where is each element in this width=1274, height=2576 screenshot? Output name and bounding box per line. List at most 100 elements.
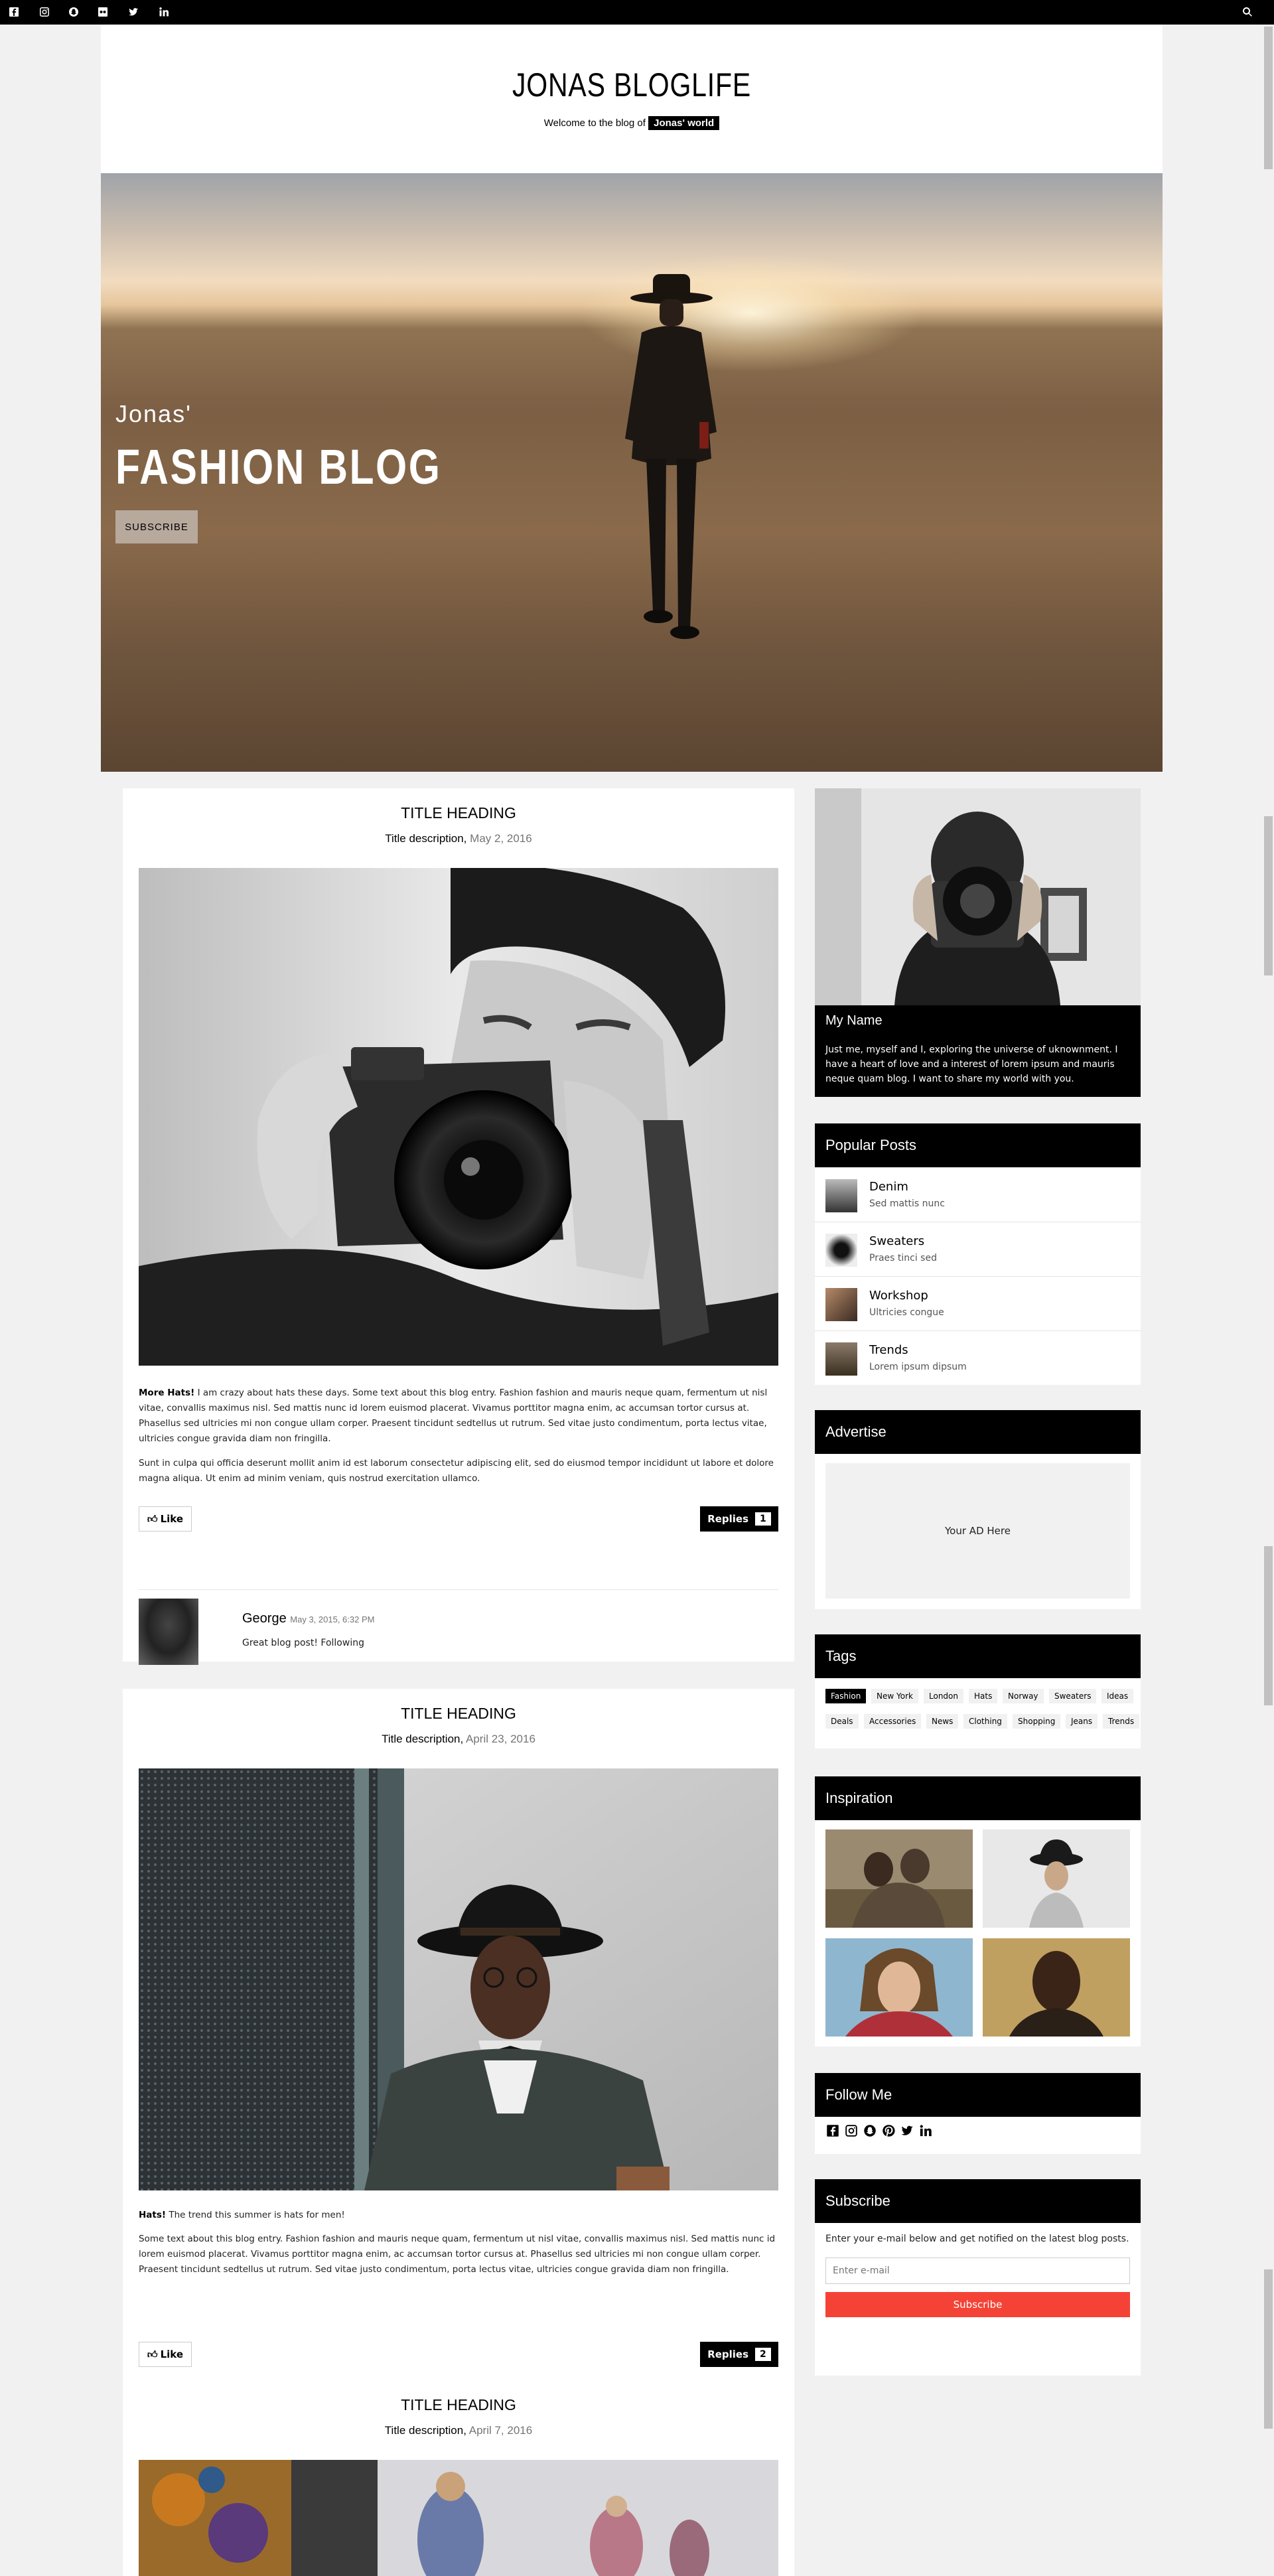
page-container: JONAS BLOGLIFE Welcome to the blog of Jo…	[101, 25, 1163, 2576]
replies-button[interactable]: Replies 1	[700, 1506, 778, 1532]
tag-sweaters[interactable]: Sweaters	[1049, 1689, 1097, 1703]
ad-placeholder[interactable]: Your AD Here	[825, 1463, 1130, 1599]
post-description: Title description, April 7, 2016	[123, 2424, 794, 2437]
tag-london[interactable]: London	[924, 1689, 963, 1703]
tag-news[interactable]: News	[926, 1714, 959, 1729]
comment-author-name: George	[242, 1611, 287, 1626]
inspiration-image-woman-hat[interactable]	[983, 1829, 1130, 1928]
subscribe-widget: Subscribe Enter your e-mail below and ge…	[815, 2179, 1141, 2376]
tags-widget: Tags Fashion New York London Hats Norway Swea…	[815, 1634, 1141, 1749]
tag-trends[interactable]: Trends	[1103, 1714, 1140, 1729]
linkedin-icon[interactable]	[157, 5, 171, 19]
email-input[interactable]	[825, 2257, 1130, 2284]
like-label: Like	[160, 1513, 184, 1525]
popular-post-thumb	[825, 1179, 857, 1212]
replies-label: Replies	[707, 2348, 749, 2360]
about-me-photo	[815, 788, 1141, 1005]
inspiration-heading: Inspiration	[815, 1776, 1141, 1820]
hero-banner: Jonas' FASHION BLOG SUBSCRIBE	[101, 173, 1163, 772]
thumbs-up-icon: 👍︎	[147, 2348, 158, 2360]
advertise-heading: Advertise	[815, 1410, 1141, 1454]
instagram-icon[interactable]	[844, 2123, 859, 2138]
post-desc-label: Title description,	[384, 2424, 466, 2437]
page-scrollbar[interactable]	[1263, 25, 1274, 2576]
post-desc-label: Title description,	[385, 832, 467, 845]
post-image-photographer	[139, 868, 778, 1366]
follow-me-heading: Follow Me	[815, 2073, 1141, 2117]
tags-heading: Tags	[815, 1634, 1141, 1678]
tagline-highlight: Jonas' world	[648, 116, 720, 130]
facebook-icon[interactable]	[825, 2123, 840, 2138]
post-title: TITLE HEADING	[401, 804, 516, 822]
tag-deals[interactable]: Deals	[825, 1714, 859, 1729]
post-paragraph-2: Sunt in culpa qui officia deserunt molli…	[139, 1458, 774, 1484]
tag-ideas[interactable]: Ideas	[1101, 1689, 1134, 1703]
post-desc-label: Title description,	[382, 1733, 464, 1745]
tag-norway[interactable]: Norway	[1003, 1689, 1044, 1703]
tag-jeans[interactable]: Jeans	[1066, 1714, 1098, 1729]
hero-subscribe-button[interactable]: SUBSCRIBE	[115, 510, 198, 543]
tag-hats[interactable]: Hats	[969, 1689, 998, 1703]
snapchat-icon[interactable]	[67, 5, 80, 19]
about-me-panel: My Name Just me, myself and I, exploring…	[815, 1005, 1141, 1097]
inspiration-widget: Inspiration	[815, 1776, 1141, 2046]
popular-post-subtitle: Praes tinci sed	[869, 1253, 937, 1263]
tag-accessories[interactable]: Accessories	[864, 1714, 922, 1729]
inspiration-image-man-portrait[interactable]	[983, 1938, 1130, 2037]
tag-shopping[interactable]: Shopping	[1013, 1714, 1061, 1729]
post-date: April 23, 2016	[466, 1733, 535, 1745]
blog-post: TITLE HEADING Title description, April 2…	[123, 1689, 794, 2395]
about-me-widget: My Name Just me, myself and I, exploring…	[815, 788, 1141, 1097]
replies-count: 2	[755, 2348, 771, 2361]
twitter-icon[interactable]	[900, 2123, 914, 2138]
flickr-icon[interactable]	[96, 5, 109, 19]
like-button[interactable]: 👍︎ Like	[139, 2342, 192, 2367]
like-button[interactable]: 👍︎ Like	[139, 1506, 192, 1532]
popular-post-item[interactable]: Denim Sed mattis nunc	[815, 1167, 1141, 1222]
instagram-icon[interactable]	[38, 5, 51, 19]
popular-post-title: Denim	[869, 1180, 908, 1194]
post-lead: Hats!	[139, 2210, 167, 2220]
popular-post-thumb	[825, 1234, 857, 1267]
tag-fashion[interactable]: Fashion	[825, 1689, 867, 1703]
post-paragraph-text: I am crazy about hats these days. Some t…	[139, 1388, 768, 1444]
post-paragraph: Some text about this blog entry. Fashion…	[139, 2234, 776, 2275]
popular-posts-heading: Popular Posts	[815, 1123, 1141, 1167]
tag-clothing[interactable]: Clothing	[963, 1714, 1007, 1729]
inspiration-image-woman-portrait[interactable]	[825, 1938, 973, 2037]
pinterest-icon[interactable]	[881, 2123, 896, 2138]
hero-subtitle: Jonas'	[115, 400, 192, 427]
follow-me-widget: Follow Me	[815, 2073, 1141, 2154]
scrollbar-thumb[interactable]	[1264, 1546, 1273, 1705]
follow-icons	[825, 2123, 933, 2138]
twitter-icon[interactable]	[127, 5, 140, 19]
search-icon[interactable]	[1241, 5, 1254, 19]
popular-post-subtitle: Ultricies congue	[869, 1307, 944, 1318]
post-image-fashion-show	[139, 2460, 778, 2576]
linkedin-icon[interactable]	[918, 2123, 933, 2138]
popular-post-thumb	[825, 1342, 857, 1376]
scrollbar-thumb[interactable]	[1264, 27, 1273, 169]
post-image-man-in-hat	[139, 1768, 778, 2190]
hero-photo-man-walking	[625, 274, 717, 639]
site-tagline: Welcome to the blog of Jonas' world	[101, 116, 1163, 130]
snapchat-icon[interactable]	[863, 2123, 877, 2138]
popular-post-item[interactable]: Workshop Ultricies congue	[815, 1276, 1141, 1330]
inspiration-image-couple[interactable]	[825, 1829, 973, 1928]
tag-new-york[interactable]: New York	[871, 1689, 918, 1703]
scrollbar-thumb[interactable]	[1264, 2269, 1273, 2429]
popular-post-item[interactable]: Sweaters Praes tinci sed	[815, 1222, 1141, 1276]
subscribe-heading: Subscribe	[815, 2179, 1141, 2223]
post-date: April 7, 2016	[468, 2424, 533, 2437]
popular-post-subtitle: Sed mattis nunc	[869, 1198, 945, 1209]
scrollbar-thumb[interactable]	[1264, 816, 1273, 975]
popular-posts-widget: Popular Posts Denim Sed mattis nunc Swea…	[815, 1123, 1141, 1385]
replies-button[interactable]: Replies 2	[700, 2342, 778, 2367]
facebook-icon[interactable]	[7, 5, 21, 19]
site-title: JONAS BLOGLIFE	[512, 66, 752, 104]
about-me-text: Just me, myself and I, exploring the uni…	[825, 1044, 1118, 1084]
popular-post-item[interactable]: Trends Lorem ipsum dipsum	[815, 1330, 1141, 1385]
popular-post-subtitle: Lorem ipsum dipsum	[869, 1362, 967, 1372]
subscribe-button[interactable]: Subscribe	[825, 2292, 1130, 2317]
post-description: Title description, April 23, 2016	[123, 1733, 794, 1746]
